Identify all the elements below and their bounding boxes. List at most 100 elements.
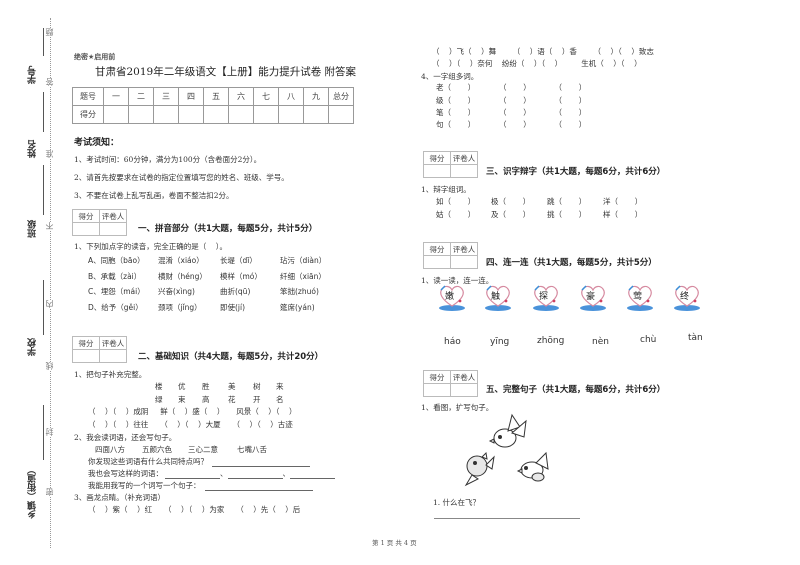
fill-line[interactable]: （ ）飞（ ）舞 （ ）语（ ）香 （ ）（ ）致志 <box>432 46 654 57</box>
q4-row: 级（ ） （ ） （ ） <box>436 95 586 106</box>
score-cell[interactable] <box>153 105 179 124</box>
score-cell[interactable] <box>103 105 129 124</box>
answer-blank[interactable] <box>212 458 310 467</box>
grader-box: 得分 评卷人 <box>423 151 478 178</box>
pinyin-label[interactable]: zhōng <box>537 336 564 346</box>
score-cell[interactable] <box>303 105 329 124</box>
heart-card[interactable]: 豪 <box>578 284 608 311</box>
score-cell[interactable] <box>228 105 254 124</box>
pinyin-label[interactable]: yīng <box>490 337 509 347</box>
q4-char: 级 <box>436 96 444 105</box>
idiom: 七嘴八舌 <box>237 445 267 454</box>
section2-title: 二、基础知识（共4大题，每题5分，共计20分） <box>138 352 324 362</box>
section4-title: 四、连一连（共1大题，每题5分，共计5分） <box>486 258 657 268</box>
row-label: 得分 <box>72 105 104 124</box>
score-cell[interactable] <box>278 105 304 124</box>
grader-input[interactable] <box>450 164 478 178</box>
heart-card[interactable]: 探 <box>531 284 561 311</box>
char: 及 <box>491 210 499 219</box>
char: 树 <box>253 382 261 391</box>
heart-card[interactable]: 莺 <box>625 284 655 311</box>
section5-q1: 1、看图，扩写句子。 <box>421 403 494 412</box>
char-blank[interactable]: 跳（ ） <box>547 196 586 207</box>
char: 洋 <box>603 197 611 206</box>
grader-label: 评卷人 <box>450 370 478 384</box>
answer-blank[interactable] <box>204 482 313 491</box>
q4-blanks[interactable]: （ ） （ ） （ ） <box>444 108 587 117</box>
section1-title: 一、拼音部分（共1大题，每题5分，共计5分） <box>138 224 318 234</box>
bird-icon <box>464 451 495 487</box>
heart-card[interactable]: 触 <box>483 284 513 311</box>
char-blank[interactable]: 姑（ ） <box>436 209 475 220</box>
heart-card[interactable]: 嫩 <box>437 284 467 311</box>
township-label: 乡镇（街道） <box>28 465 38 519</box>
heart-char: 莺 <box>633 292 643 302</box>
char: 绿 <box>155 395 163 404</box>
section5-title: 五、完整句子（共1大题，每题6分，共计6分） <box>486 385 666 395</box>
score-input[interactable] <box>423 164 451 178</box>
score-input[interactable] <box>72 349 100 363</box>
q4-char: 笔 <box>436 108 444 117</box>
bird-icon <box>488 413 527 448</box>
page-number: 第 1 页 共 4 页 <box>372 539 417 547</box>
seal-char: 准 <box>44 150 55 158</box>
score-input[interactable] <box>423 255 451 269</box>
option-word: 纤细（xiān） <box>280 272 326 281</box>
header-cell: 三 <box>153 87 179 106</box>
prompt: 我能用我写的一个词写一个句子： <box>88 480 313 491</box>
blank-line <box>43 92 44 132</box>
pinyin-label[interactable]: nèn <box>592 337 609 347</box>
score-cell[interactable] <box>178 105 204 124</box>
score-label: 得分 <box>423 242 451 256</box>
q4-blanks[interactable]: （ ） （ ） （ ） <box>444 96 587 105</box>
option-word: 兴奋(xìng) <box>158 287 195 296</box>
pinyin-label[interactable]: chù <box>640 335 656 345</box>
option-word: 混淆（xiáo） <box>158 256 204 265</box>
char-blank[interactable]: 样（ ） <box>603 209 642 220</box>
answer-blank[interactable] <box>290 470 335 479</box>
char-blank[interactable]: 挑（ ） <box>547 209 586 220</box>
grader-label: 评卷人 <box>99 209 127 223</box>
option-d: D、给予（gěi） <box>88 303 143 312</box>
heart-card[interactable]: 终 <box>672 284 702 311</box>
grader-input[interactable] <box>99 222 127 236</box>
char-blank[interactable]: 如（ ） <box>436 196 475 207</box>
idiom: 三心二意 <box>188 445 218 454</box>
score-cell[interactable] <box>128 105 154 124</box>
answer-blank[interactable] <box>165 470 220 479</box>
score-input[interactable] <box>72 222 100 236</box>
q4-row: 句（ ） （ ） （ ） <box>436 119 586 130</box>
char: 高 <box>202 395 210 404</box>
answer-line[interactable] <box>434 518 580 519</box>
option-word: 筵席(yán) <box>280 303 315 312</box>
char-blank[interactable]: 及（ ） <box>491 209 530 220</box>
score-cell[interactable] <box>328 105 354 124</box>
char-blank[interactable]: 极（ ） <box>491 196 530 207</box>
q4-blanks[interactable]: （ ） （ ） （ ） <box>444 120 587 129</box>
q4-blanks[interactable]: （ ） （ ） （ ） <box>444 83 587 92</box>
pinyin-label[interactable]: háo <box>444 337 461 347</box>
grader-label: 评卷人 <box>99 336 127 350</box>
score-cell[interactable] <box>253 105 279 124</box>
pinyin-label[interactable]: tàn <box>688 333 703 343</box>
grader-input[interactable] <box>450 255 478 269</box>
grader-input[interactable] <box>99 349 127 363</box>
grader-input[interactable] <box>450 383 478 397</box>
char: 如 <box>436 197 444 206</box>
char: 样 <box>603 210 611 219</box>
char: 名 <box>276 395 284 404</box>
fill-line[interactable]: （ ）紫（ ）红 （ ）（ ）为家 （ ）先（ ）后 <box>88 504 300 515</box>
char: 美 <box>228 382 236 391</box>
score-input[interactable] <box>423 383 451 397</box>
score-cell[interactable] <box>203 105 229 124</box>
char: 楼 <box>155 382 163 391</box>
char-blank[interactable]: 洋（ ） <box>603 196 642 207</box>
option-word: 曲折(qū) <box>220 287 251 296</box>
fill-line[interactable]: （ ）（ ）成阴 鲜（ ）盛（ ） 风景（ ）（ ） <box>88 406 297 417</box>
fill-line[interactable]: （ ）（ ）奈何 纷纷（ ）（ ） 生机（ ）（ ） <box>432 58 642 69</box>
char: 跳 <box>547 197 555 206</box>
heart-char: 豪 <box>586 292 596 302</box>
answer-blank[interactable] <box>227 470 283 479</box>
fill-line[interactable]: （ ）（ ）往往 （ ）（ ）大厦 （ ）（ ）古迹 <box>88 419 293 430</box>
grader-box: 得分 评卷人 <box>423 370 478 397</box>
